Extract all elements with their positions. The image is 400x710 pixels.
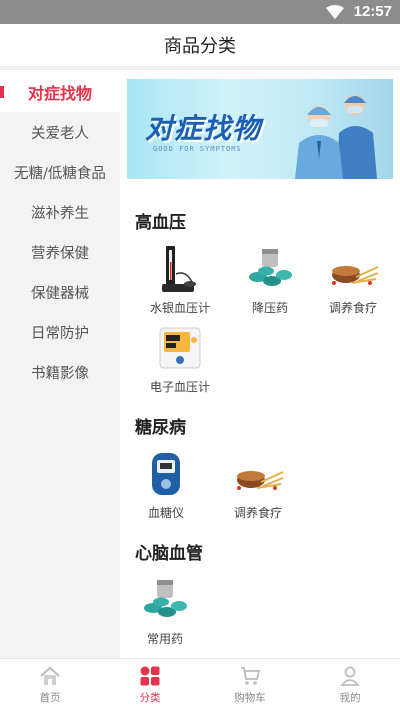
product-food-therapy-diabetes[interactable]: 调养食疗 [213, 449, 303, 521]
sidebar-item-sugar-free[interactable]: 无糖/低糖食品 [0, 152, 120, 192]
page-title: 商品分类 [164, 36, 236, 57]
wifi-icon [326, 5, 344, 19]
tab-label: 购物车 [234, 691, 266, 704]
tab-label: 首页 [39, 691, 61, 704]
sidebar-item-symptoms[interactable]: 对症找物 [0, 72, 120, 112]
product-label: 调养食疗 [328, 301, 377, 315]
product-label: 血糖仪 [147, 506, 184, 520]
sidebar-item-label: 日常防护 [31, 325, 89, 342]
status-bar: 12:57 [0, 0, 400, 24]
product-label: 水银血压计 [149, 301, 210, 315]
home-icon [40, 666, 60, 685]
category-content: 对症找物 GOOD FOR SYMPTOMS 高血压 水银血压计 降压药 调养食… [120, 72, 400, 658]
cart-icon [241, 666, 261, 685]
sidebar-item-protection[interactable]: 日常防护 [0, 312, 120, 352]
sidebar-item-label: 关爱老人 [31, 125, 89, 142]
glucose-meter-icon [138, 449, 194, 499]
product-food-therapy[interactable]: 调养食疗 [308, 244, 398, 316]
status-time: 12:57 [353, 3, 392, 20]
electronic-bp-monitor-icon [152, 323, 208, 373]
category-icon [140, 666, 160, 685]
user-icon [340, 666, 360, 686]
pills-icon [242, 244, 298, 294]
product-label: 调养食疗 [233, 506, 282, 520]
category-sidebar: 对症找物 关爱老人 无糖/低糖食品 滋补养生 营养保健 保健器械 日常防护 书籍… [0, 72, 120, 658]
product-glucose-meter[interactable]: 血糖仪 [121, 449, 211, 521]
sidebar-item-label: 书籍影像 [31, 365, 89, 382]
product-electronic-bp-meter[interactable]: 电子血压计 [135, 323, 225, 395]
tab-label: 分类 [139, 691, 161, 704]
sidebar-item-nutrition[interactable]: 营养保健 [0, 232, 120, 272]
sidebar-item-tonic[interactable]: 滋补养生 [0, 192, 120, 232]
promo-banner[interactable]: 对症找物 GOOD FOR SYMPTOMS [127, 79, 393, 179]
sidebar-item-books[interactable]: 书籍影像 [0, 352, 120, 392]
herbal-food-icon [325, 244, 381, 294]
tab-home[interactable]: 首页 [0, 659, 100, 710]
banner-subtitle: GOOD FOR SYMPTOMS [153, 145, 242, 153]
sidebar-item-label: 无糖/低糖食品 [14, 165, 106, 182]
doctors-illustration [295, 95, 377, 179]
banner-title: 对症找物 [145, 112, 262, 145]
tab-profile[interactable]: 我的 [300, 659, 400, 710]
product-label: 常用药 [146, 632, 183, 646]
herbal-food-icon [230, 449, 286, 499]
product-bp-medicine[interactable]: 降压药 [225, 244, 315, 316]
pills-icon [137, 575, 193, 625]
tab-cart[interactable]: 购物车 [200, 659, 300, 710]
sidebar-item-label: 营养保健 [31, 245, 89, 262]
tab-label: 我的 [339, 691, 361, 704]
bottom-tab-bar: 首页 分类 购物车 我的 [0, 658, 400, 710]
mercury-sphygmomanometer-icon [152, 244, 208, 294]
sidebar-item-elderly-care[interactable]: 关爱老人 [0, 112, 120, 152]
section-title-cardio: 心脑血管 [135, 544, 203, 564]
section-title-diabetes: 糖尿病 [135, 418, 186, 438]
sidebar-item-devices[interactable]: 保健器械 [0, 272, 120, 312]
sidebar-item-label: 对症找物 [27, 84, 92, 103]
sidebar-item-label: 滋补养生 [31, 205, 89, 222]
product-common-medicine[interactable]: 常用药 [120, 575, 210, 647]
product-label: 电子血压计 [149, 380, 210, 394]
tab-category[interactable]: 分类 [100, 659, 200, 710]
sidebar-item-label: 保健器械 [31, 285, 89, 302]
page-header: 商品分类 [0, 24, 400, 70]
product-label: 降压药 [251, 301, 288, 315]
product-mercury-bp-meter[interactable]: 水银血压计 [135, 244, 225, 316]
section-title-hypertension: 高血压 [135, 213, 186, 233]
